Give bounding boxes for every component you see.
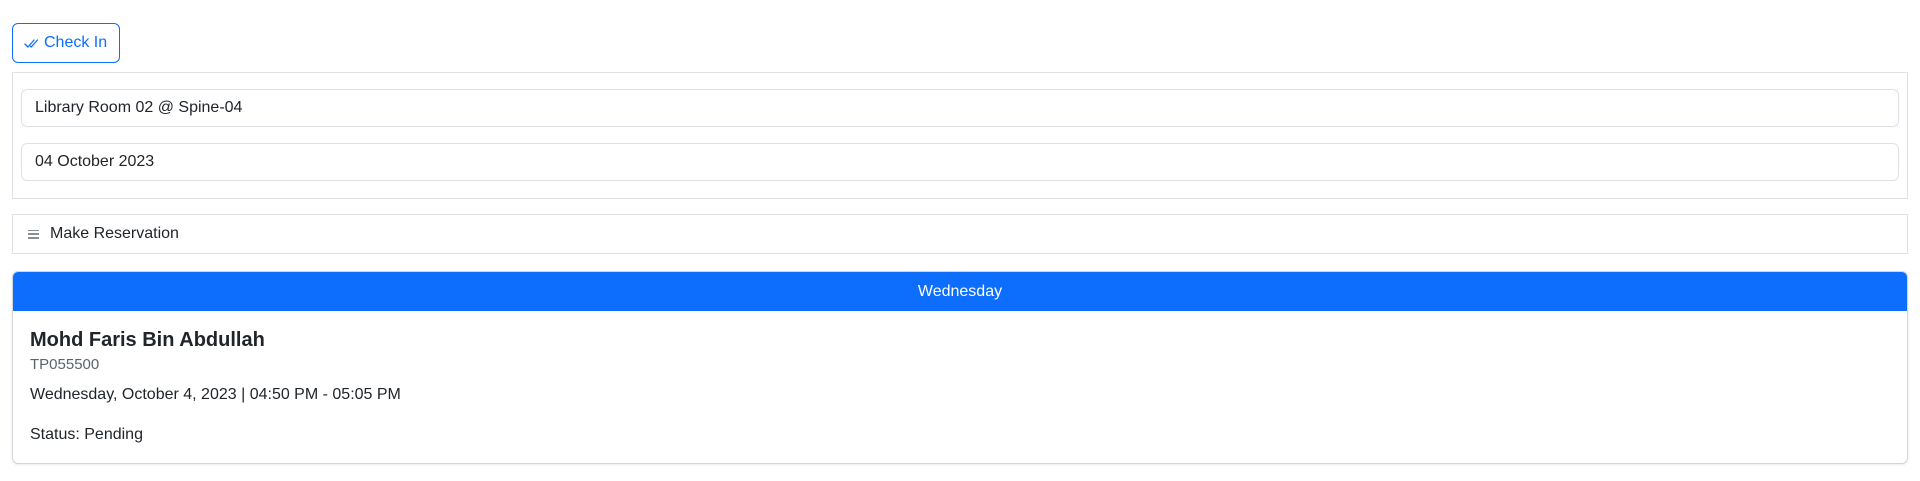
check-in-button[interactable]: Check In bbox=[12, 23, 121, 63]
make-reservation-label: Make Reservation bbox=[50, 225, 179, 242]
day-card: Wednesday Mohd Faris Bin Abdullah TP0555… bbox=[12, 271, 1908, 464]
room-select-value: Library Room 02 @ Spine-04 bbox=[35, 99, 243, 116]
menu-icon bbox=[28, 229, 39, 239]
reservation-name: Mohd Faris Bin Abdullah bbox=[30, 329, 265, 351]
date-field-value: 04 October 2023 bbox=[35, 153, 155, 170]
reservation-status: Status: Pending bbox=[30, 426, 143, 443]
check-in-label: Check In bbox=[44, 34, 108, 51]
double-check-icon bbox=[24, 38, 39, 49]
reservation-item: Mohd Faris Bin Abdullah TP055500 Wednesd… bbox=[13, 311, 1907, 445]
page: Check In Library Room 02 @ Spine-04 04 O… bbox=[0, 0, 1920, 481]
filter-panel: Library Room 02 @ Spine-04 04 October 20… bbox=[12, 72, 1908, 199]
make-reservation-toggle[interactable]: Make Reservation bbox=[12, 214, 1908, 254]
reservation-student-id: TP055500 bbox=[30, 356, 100, 373]
reservation-datetime: Wednesday, October 4, 2023 | 04:50 PM - … bbox=[30, 386, 401, 403]
date-field[interactable]: 04 October 2023 bbox=[21, 143, 1899, 181]
day-header: Wednesday bbox=[13, 272, 1907, 311]
room-select[interactable]: Library Room 02 @ Spine-04 bbox=[21, 89, 1899, 127]
